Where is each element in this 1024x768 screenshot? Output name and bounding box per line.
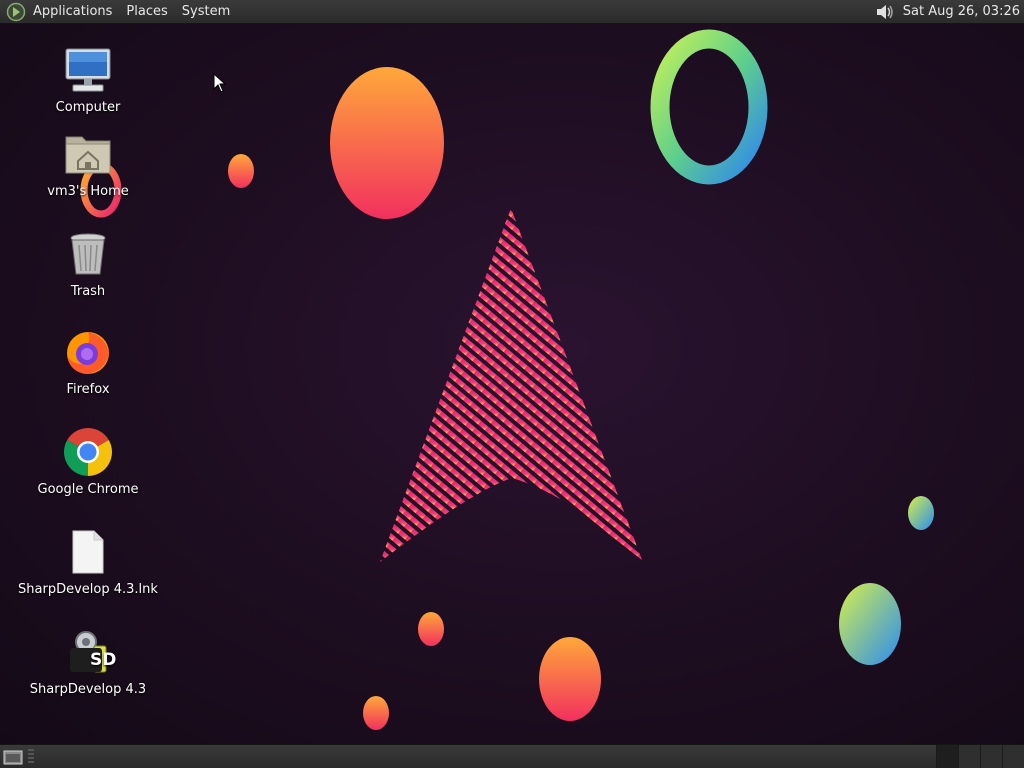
- panel-grip[interactable]: [28, 748, 34, 765]
- chrome-icon: [62, 426, 114, 478]
- desktop-icon-label: SharpDevelop 4.3.lnk: [18, 582, 158, 597]
- workspace-switcher: [936, 745, 1024, 768]
- arch-logo: [380, 208, 642, 562]
- volume-icon[interactable]: [873, 1, 895, 23]
- green-blue-bubble-large: [839, 583, 901, 665]
- top-panel: Applications Places System Sat Aug 26, 0…: [0, 0, 1024, 24]
- desktop-icon-firefox[interactable]: Firefox: [18, 326, 158, 397]
- desktop-icon-label: vm3's Home: [47, 184, 129, 199]
- desktop-icon-home[interactable]: vm3's Home: [18, 128, 158, 199]
- workspace-4[interactable]: [1002, 745, 1024, 768]
- desktop-icon-computer[interactable]: Computer: [18, 44, 158, 115]
- desktop-icon-sharpdevelop[interactable]: SD SharpDevelop 4.3: [18, 626, 158, 697]
- places-menu[interactable]: Places: [119, 0, 174, 24]
- desktop-icon-chrome[interactable]: Google Chrome: [18, 426, 158, 497]
- orange-bubble-lower: [539, 637, 601, 721]
- desktop-icon-sharpdevelop-lnk[interactable]: SharpDevelop 4.3.lnk: [18, 526, 158, 597]
- firefox-icon: [62, 326, 114, 378]
- bottom-panel: [0, 744, 1024, 768]
- file-icon: [62, 526, 114, 578]
- workspace-2[interactable]: [958, 745, 980, 768]
- desktop-icon-label: Computer: [55, 100, 121, 115]
- desktop-icon-label: Firefox: [66, 382, 110, 397]
- desktop-icon-label: Trash: [70, 284, 106, 299]
- system-menu[interactable]: System: [175, 0, 237, 24]
- orange-bubble-small: [228, 154, 254, 188]
- green-blue-bubble-small: [908, 496, 934, 530]
- mate-logo-icon[interactable]: [6, 2, 26, 22]
- home-folder-icon: [62, 128, 114, 180]
- desktop-icon-label: Google Chrome: [37, 482, 139, 497]
- workspace-3[interactable]: [980, 745, 1002, 768]
- orange-bubble-mid: [418, 612, 444, 646]
- gradient-ring-large: [650, 29, 768, 185]
- trash-icon: [62, 228, 114, 280]
- desktop-icon-trash[interactable]: Trash: [18, 228, 158, 299]
- applications-menu[interactable]: Applications: [26, 0, 119, 24]
- clock[interactable]: Sat Aug 26, 03:26: [903, 4, 1020, 19]
- computer-icon: [62, 44, 114, 96]
- desktop-icon-label: SharpDevelop 4.3: [29, 682, 147, 697]
- mouse-cursor-icon: [213, 73, 227, 93]
- orange-bubble-large: [330, 67, 444, 219]
- show-desktop-icon[interactable]: [2, 748, 24, 766]
- workspace-1[interactable]: [936, 745, 958, 768]
- sharpdevelop-glyph-text: SD: [90, 650, 117, 670]
- orange-bubble-bottom: [363, 696, 389, 730]
